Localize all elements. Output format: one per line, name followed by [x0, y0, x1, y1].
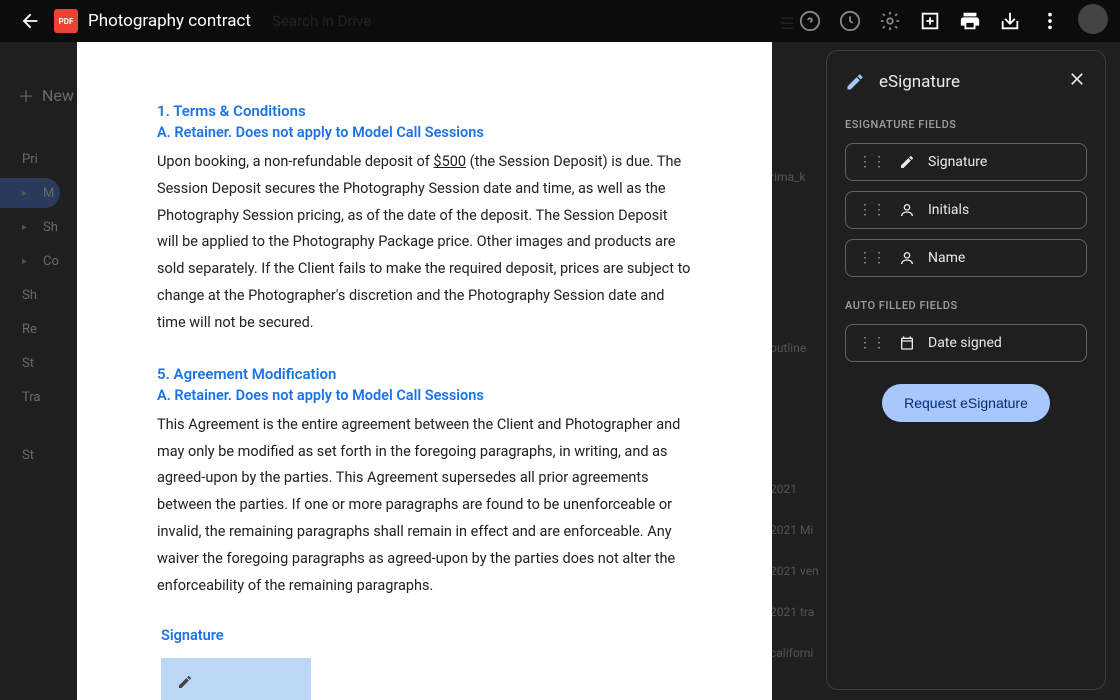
- panel-title: eSignature: [879, 72, 1053, 92]
- drag-handle-icon: ⋮⋮: [858, 154, 886, 170]
- person-icon: [898, 202, 916, 218]
- drive-sidebar: ＋ New Pri ▸M ▸Sh ▸Co Sh Re St Tra St: [0, 50, 60, 700]
- signature-label: Signature: [161, 627, 692, 644]
- add-to-drive-icon[interactable]: [918, 9, 942, 33]
- esignature-panel: eSignature ESIGNATURE FIELDS ⋮⋮ Signatur…: [826, 50, 1106, 690]
- document-title: Photography contract: [88, 11, 251, 31]
- field-name[interactable]: ⋮⋮ Name: [845, 239, 1087, 277]
- section-heading: 1. Terms & Conditions: [157, 102, 692, 120]
- section-heading: 5. Agreement Modification: [157, 365, 692, 383]
- gear-icon[interactable]: [878, 9, 902, 33]
- new-button: ＋ New: [18, 70, 60, 120]
- sidebar-item: St: [0, 440, 60, 470]
- field-label: Name: [928, 250, 965, 266]
- field-date-signed[interactable]: ⋮⋮ Date signed: [845, 324, 1087, 362]
- arrow-left-icon: [19, 10, 41, 32]
- bg-file-rows: rima_k outline 2021 2021 Mi 2021 ven 202…: [770, 170, 830, 660]
- close-button[interactable]: [1067, 69, 1087, 94]
- drag-handle-icon: ⋮⋮: [858, 202, 886, 218]
- person-icon: [898, 250, 916, 266]
- autofilled-section-label: AUTO FILLED FIELDS: [845, 299, 1087, 312]
- pen-icon: [845, 72, 865, 92]
- download-icon[interactable]: [998, 9, 1022, 33]
- drag-handle-icon: ⋮⋮: [858, 335, 886, 351]
- drag-handle-icon: ⋮⋮: [858, 250, 886, 266]
- field-label: Date signed: [928, 335, 1002, 351]
- paragraph: Upon booking, a non-refundable deposit o…: [157, 149, 692, 337]
- paragraph: This Agreement is the entire agreement b…: [157, 412, 692, 600]
- field-initials[interactable]: ⋮⋮ Initials: [845, 191, 1087, 229]
- request-esignature-button[interactable]: Request eSignature: [882, 384, 1050, 422]
- field-label: Signature: [928, 154, 987, 170]
- pdf-badge-icon: PDF: [54, 9, 78, 33]
- section-subheading: A. Retainer. Does not apply to Model Cal…: [157, 387, 692, 404]
- sidebar-item: ▸Sh: [0, 212, 60, 242]
- close-icon: [1067, 69, 1087, 89]
- avatar[interactable]: [1078, 4, 1108, 34]
- document-page: 1. Terms & Conditions A. Retainer. Does …: [77, 42, 772, 700]
- signature-field[interactable]: [161, 658, 311, 700]
- clock-icon[interactable]: [838, 9, 862, 33]
- sidebar-item: Pri: [0, 144, 60, 174]
- sidebar-item: St: [0, 348, 60, 378]
- help-icon[interactable]: [798, 9, 822, 33]
- pen-icon: [177, 674, 193, 690]
- calendar-icon: [898, 335, 916, 351]
- more-icon[interactable]: [1038, 9, 1062, 33]
- pen-icon: [898, 154, 916, 170]
- deposit-amount: $500: [433, 153, 466, 170]
- sidebar-item: Tra: [0, 382, 60, 412]
- sidebar-item: ▸Co: [0, 246, 60, 276]
- back-button[interactable]: [12, 3, 48, 39]
- viewer-top-bar: PDF Photography contract: [0, 0, 1120, 42]
- fields-section-label: ESIGNATURE FIELDS: [845, 118, 1087, 131]
- sidebar-item: ▸M: [0, 178, 60, 208]
- print-icon[interactable]: [958, 9, 982, 33]
- field-label: Initials: [928, 202, 969, 218]
- sidebar-item: Sh: [0, 280, 60, 310]
- sidebar-item: Re: [0, 314, 60, 344]
- field-signature[interactable]: ⋮⋮ Signature: [845, 143, 1087, 181]
- section-subheading: A. Retainer. Does not apply to Model Cal…: [157, 124, 692, 141]
